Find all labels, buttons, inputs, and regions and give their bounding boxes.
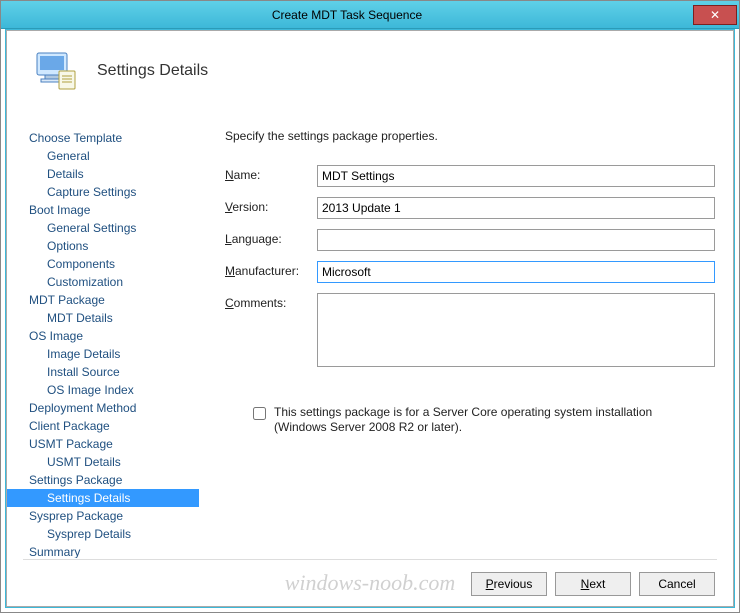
nav-item[interactable]: Options: [7, 237, 199, 255]
input-manufacturer[interactable]: [317, 261, 715, 283]
nav-sidebar: Choose TemplateGeneralDetailsCapture Set…: [7, 123, 199, 558]
nav-item[interactable]: Settings Details: [7, 489, 199, 507]
input-version[interactable]: [317, 197, 715, 219]
nav-item[interactable]: Image Details: [7, 345, 199, 363]
input-language[interactable]: [317, 229, 715, 251]
nav-item[interactable]: MDT Package: [7, 291, 199, 309]
input-name[interactable]: [317, 165, 715, 187]
row-servercore: This settings package is for a Server Co…: [225, 405, 715, 435]
main-panel: Specify the settings package properties.…: [199, 123, 733, 558]
close-icon: ✕: [710, 8, 720, 22]
label-comments: Comments:: [225, 293, 317, 310]
watermark: windows-noob.com: [285, 570, 456, 596]
next-button[interactable]: Next: [555, 572, 631, 596]
row-name: Name:: [225, 165, 715, 187]
header-panel: Settings Details: [7, 31, 733, 115]
nav-item[interactable]: Client Package: [7, 417, 199, 435]
nav-item[interactable]: MDT Details: [7, 309, 199, 327]
row-comments: Comments:: [225, 293, 715, 367]
nav-item[interactable]: OS Image Index: [7, 381, 199, 399]
nav-item[interactable]: USMT Details: [7, 453, 199, 471]
window-content: Settings Details Choose TemplateGeneralD…: [6, 30, 734, 607]
nav-item[interactable]: Sysprep Details: [7, 525, 199, 543]
row-manufacturer: Manufacturer:: [225, 261, 715, 283]
nav-item[interactable]: Deployment Method: [7, 399, 199, 417]
nav-item[interactable]: Boot Image: [7, 201, 199, 219]
label-version: Version:: [225, 197, 317, 214]
nav-item[interactable]: Summary: [7, 543, 199, 558]
label-servercore: This settings package is for a Server Co…: [274, 405, 654, 435]
wizard-icon: [31, 49, 79, 93]
close-button[interactable]: ✕: [693, 5, 737, 25]
window-title: Create MDT Task Sequence: [1, 8, 693, 22]
nav-item[interactable]: Choose Template: [7, 129, 199, 147]
nav-item[interactable]: OS Image: [7, 327, 199, 345]
titlebar: Create MDT Task Sequence ✕: [1, 1, 739, 29]
row-version: Version:: [225, 197, 715, 219]
window-border: Settings Details Choose TemplateGeneralD…: [5, 29, 735, 608]
nav-item[interactable]: Customization: [7, 273, 199, 291]
nav-item[interactable]: General: [7, 147, 199, 165]
nav-item[interactable]: Sysprep Package: [7, 507, 199, 525]
checkbox-servercore[interactable]: [253, 407, 266, 420]
nav-item[interactable]: Details: [7, 165, 199, 183]
nav-item[interactable]: General Settings: [7, 219, 199, 237]
page-title: Settings Details: [97, 62, 208, 80]
button-bar: Previous Next Cancel: [471, 572, 715, 596]
row-language: Language:: [225, 229, 715, 251]
separator: [23, 559, 717, 560]
label-language: Language:: [225, 229, 317, 246]
cancel-button[interactable]: Cancel: [639, 572, 715, 596]
nav-item[interactable]: Components: [7, 255, 199, 273]
nav-item[interactable]: USMT Package: [7, 435, 199, 453]
nav-item[interactable]: Install Source: [7, 363, 199, 381]
nav-item[interactable]: Capture Settings: [7, 183, 199, 201]
label-manufacturer: Manufacturer:: [225, 261, 317, 278]
instruction-text: Specify the settings package properties.: [225, 129, 715, 143]
input-comments[interactable]: [317, 293, 715, 367]
label-name: Name:: [225, 165, 317, 182]
content-area: Choose TemplateGeneralDetailsCapture Set…: [7, 123, 733, 558]
nav-item[interactable]: Settings Package: [7, 471, 199, 489]
previous-button[interactable]: Previous: [471, 572, 547, 596]
